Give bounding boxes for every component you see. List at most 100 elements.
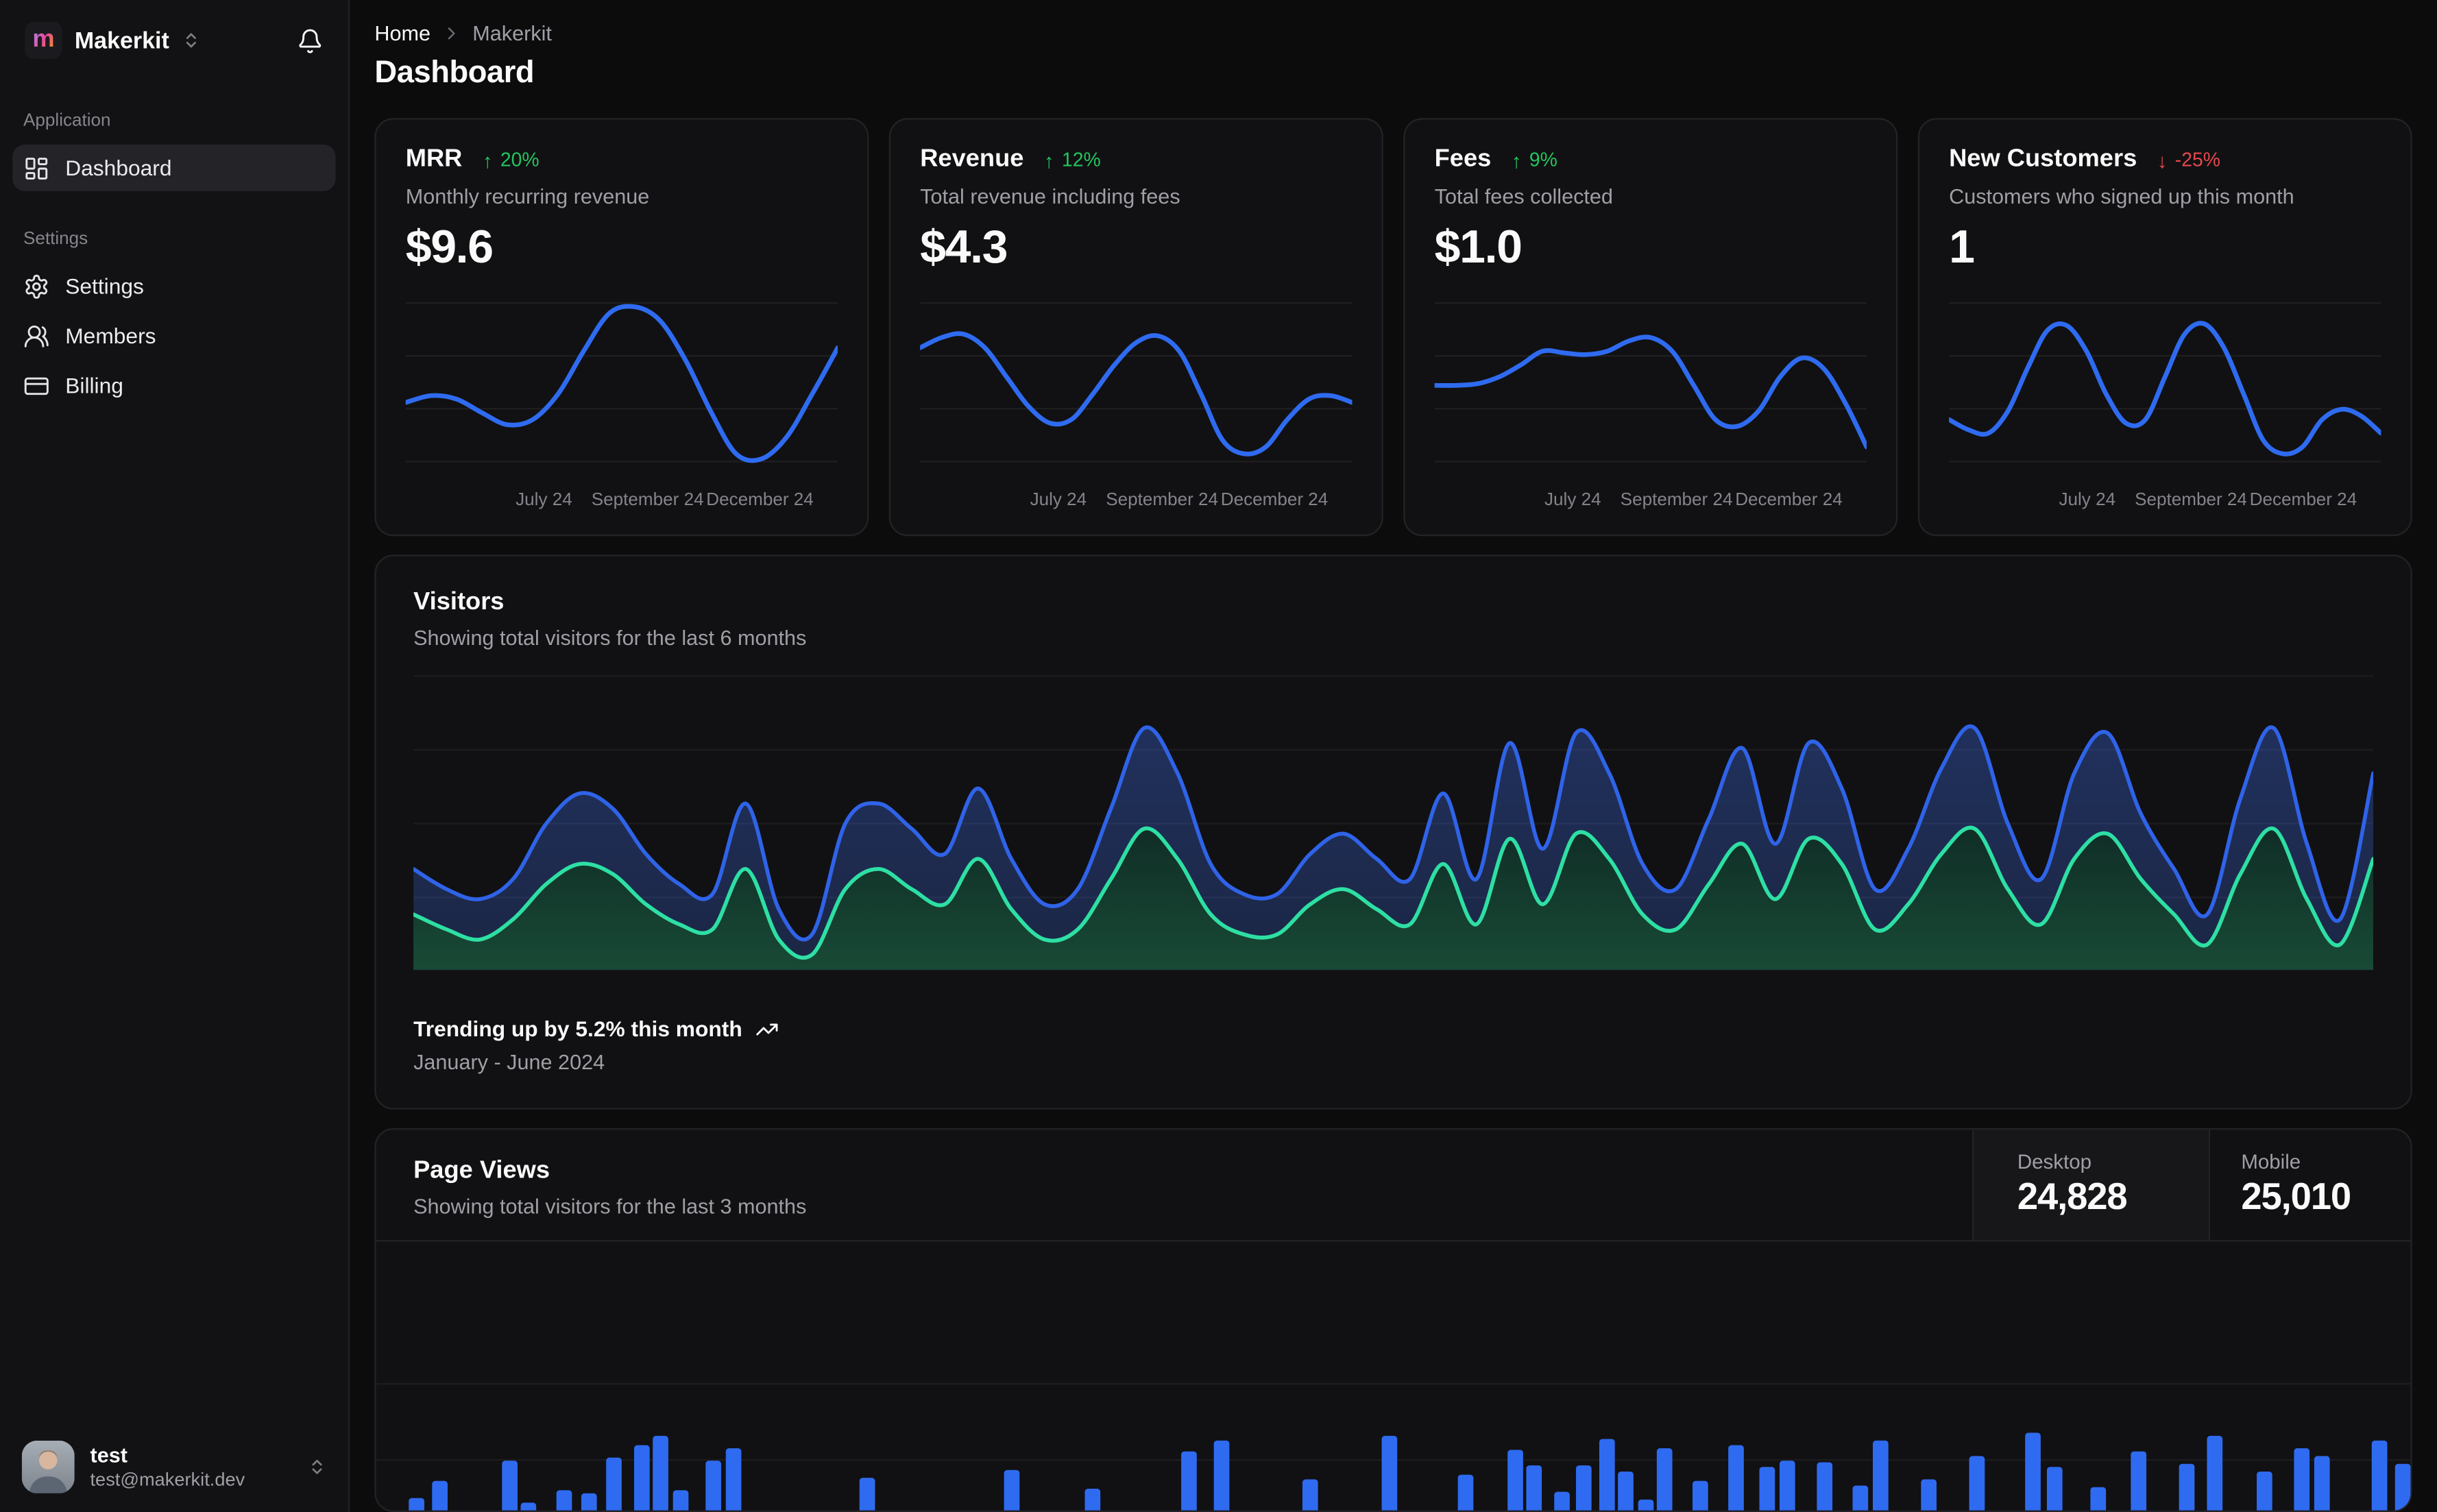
workspace-name: Makerkit [74, 27, 169, 54]
trend-value: 20% [500, 149, 539, 171]
credit-card-icon [23, 372, 50, 399]
x-tick: September 24 [591, 491, 704, 510]
bar [633, 1445, 650, 1511]
users-icon [23, 322, 50, 349]
breadcrumb-current[interactable]: Makerkit [472, 22, 552, 45]
sidebar-item-members[interactable]: Members [12, 313, 336, 359]
x-tick: December 24 [1735, 491, 1843, 510]
trending-up-icon [755, 1017, 778, 1040]
bar [2294, 1448, 2310, 1511]
bar [2046, 1467, 2063, 1511]
x-tick: September 24 [2135, 491, 2247, 510]
toggle-label: Desktop [2017, 1149, 2092, 1173]
stat-title: New Customers [1949, 146, 2137, 173]
toggle-value: 25,010 [2241, 1176, 2351, 1219]
bar [2179, 1463, 2194, 1511]
bar [2314, 1456, 2330, 1511]
x-tick: July 24 [1544, 491, 1601, 510]
stat-card-revenue: Revenue ↑ 12% Total revenue including fee… [888, 118, 1383, 537]
bar [859, 1478, 875, 1511]
bar [556, 1490, 572, 1511]
bar [432, 1480, 448, 1511]
x-tick: July 24 [1030, 491, 1087, 510]
x-tick: September 24 [1620, 491, 1733, 510]
nav-section-settings: Settings [23, 230, 88, 249]
stat-value: $9.6 [405, 222, 494, 274]
toggle-mobile[interactable]: Mobile 25,010 [2208, 1130, 2411, 1241]
sidebar-item-dashboard[interactable]: Dashboard [12, 144, 336, 191]
arrow-up-icon: ↑ [482, 148, 493, 172]
visitors-card: Visitors Showing total visitors for the … [374, 554, 2412, 1110]
toggle-desktop[interactable]: Desktop 24,828 [1972, 1130, 2209, 1241]
bar [1599, 1439, 1614, 1511]
page-views-subtitle: Showing total visitors for the last 3 mo… [413, 1195, 807, 1219]
avatar [21, 1440, 75, 1493]
bar [1553, 1491, 1570, 1511]
bar [1381, 1435, 1397, 1511]
user-name: test [90, 1443, 128, 1467]
bar [1872, 1440, 1889, 1511]
mrr-trend-chart [405, 302, 838, 480]
x-tick: July 24 [2059, 491, 2116, 510]
stat-subtitle: Total fees collected [1434, 184, 1613, 208]
bar [1618, 1472, 1634, 1511]
x-tick: December 24 [706, 491, 814, 510]
user-email: test@makerkit.dev [90, 1468, 245, 1491]
stat-card-fees: Fees ↑ 9% Total fees collected $1.0 July … [1403, 118, 1898, 537]
visitors-title: Visitors [413, 589, 505, 615]
bar [1656, 1448, 1673, 1511]
x-tick: December 24 [2249, 491, 2357, 510]
sidebar-item-billing[interactable]: Billing [12, 362, 336, 409]
stat-subtitle: Total revenue including fees [920, 184, 1180, 208]
stat-cards-row: MRR ↑ 20% Monthly recurring revenue $9.6 … [374, 118, 2412, 537]
x-tick: September 24 [1106, 491, 1219, 510]
bar [2394, 1463, 2410, 1511]
user-menu[interactable]: test test@makerkit.dev [0, 1425, 348, 1512]
trend-badge: ↑ 12% [1044, 149, 1101, 172]
sidebar-item-label: Billing [65, 373, 123, 398]
stat-card-mrr: MRR ↑ 20% Monthly recurring revenue $9.6 … [374, 118, 869, 537]
toggle-label: Mobile [2241, 1149, 2301, 1173]
workspace-switcher[interactable]: m Makerkit [0, 0, 348, 75]
toggle-value: 24,828 [2017, 1176, 2128, 1219]
x-tick: December 24 [1220, 491, 1329, 510]
bar [706, 1461, 723, 1511]
bar [1181, 1451, 1198, 1511]
visitors-subtitle: Showing total visitors for the last 6 mo… [413, 626, 807, 650]
arrow-up-icon: ↑ [1511, 148, 1522, 172]
bar [581, 1493, 596, 1511]
gridline [376, 1382, 2411, 1385]
sidebar: m Makerkit Application Dashboard Setting… [0, 0, 350, 1512]
x-axis: July 24 September 24 December 24 [1949, 488, 2381, 516]
breadcrumb-home-link[interactable]: Home [374, 22, 431, 45]
x-axis: July 24 September 24 December 24 [1435, 488, 1867, 516]
bar [1921, 1479, 1937, 1511]
bar [521, 1502, 537, 1511]
notifications-button[interactable] [297, 27, 324, 54]
sidebar-item-settings[interactable]: Settings [12, 263, 336, 309]
bar [725, 1448, 742, 1511]
bar [1760, 1467, 1775, 1511]
bar [2025, 1432, 2041, 1511]
bar [1302, 1479, 1318, 1511]
bar [1969, 1456, 1985, 1511]
bell-icon [297, 27, 324, 54]
bar [1853, 1485, 1869, 1511]
bar [2089, 1487, 2106, 1511]
trend-badge: ↑ 9% [1512, 149, 1557, 172]
bar [1576, 1465, 1592, 1511]
stat-card-new-customers: New Customers ↓ -25% Customers who signed… [1917, 118, 2412, 537]
bar [408, 1498, 424, 1511]
stat-title: MRR [405, 146, 463, 173]
bar [1507, 1450, 1523, 1511]
bar [606, 1457, 622, 1511]
bar [1779, 1461, 1795, 1511]
page-views-card: Page Views Showing total visitors for th… [374, 1128, 2412, 1512]
chevrons-up-down-icon [308, 1458, 326, 1476]
bar [1526, 1465, 1542, 1511]
bar [2207, 1435, 2224, 1511]
stat-value: $4.3 [920, 222, 1008, 274]
layout-dashboard-icon [23, 155, 50, 182]
visitors-trend-text: Trending up by 5.2% this month [413, 1016, 742, 1042]
bar [2255, 1472, 2272, 1511]
